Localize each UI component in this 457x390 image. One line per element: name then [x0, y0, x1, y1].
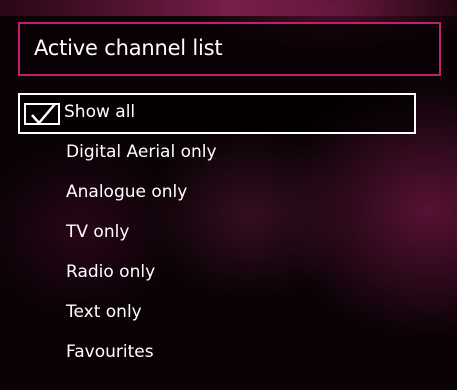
- check-icon: [31, 103, 56, 125]
- menu-item-label: Radio only: [66, 262, 156, 282]
- tv-menu-screen: Active channel list Show all Digital Aer…: [0, 0, 457, 390]
- menu-item-label: Digital Aerial only: [66, 142, 217, 162]
- channel-list-menu: Show all Digital Aerial only Analogue on…: [18, 93, 416, 374]
- background-glow: [0, 0, 457, 16]
- menu-item-show-all[interactable]: Show all: [18, 93, 416, 134]
- menu-title-bar: Active channel list: [18, 22, 441, 76]
- menu-item-label: TV only: [66, 222, 130, 242]
- menu-title: Active channel list: [34, 36, 223, 60]
- menu-item-label: Text only: [66, 302, 142, 322]
- menu-item-text-only[interactable]: Text only: [18, 294, 416, 334]
- menu-item-tv-only[interactable]: TV only: [18, 214, 416, 254]
- menu-item-label: Favourites: [66, 342, 154, 362]
- menu-item-favourites[interactable]: Favourites: [18, 334, 416, 374]
- menu-item-radio-only[interactable]: Radio only: [18, 254, 416, 294]
- menu-item-label: Show all: [64, 102, 136, 122]
- menu-item-analogue-only[interactable]: Analogue only: [18, 174, 416, 214]
- menu-item-digital-aerial-only[interactable]: Digital Aerial only: [18, 134, 416, 174]
- checkbox[interactable]: [24, 103, 60, 125]
- menu-item-label: Analogue only: [66, 182, 188, 202]
